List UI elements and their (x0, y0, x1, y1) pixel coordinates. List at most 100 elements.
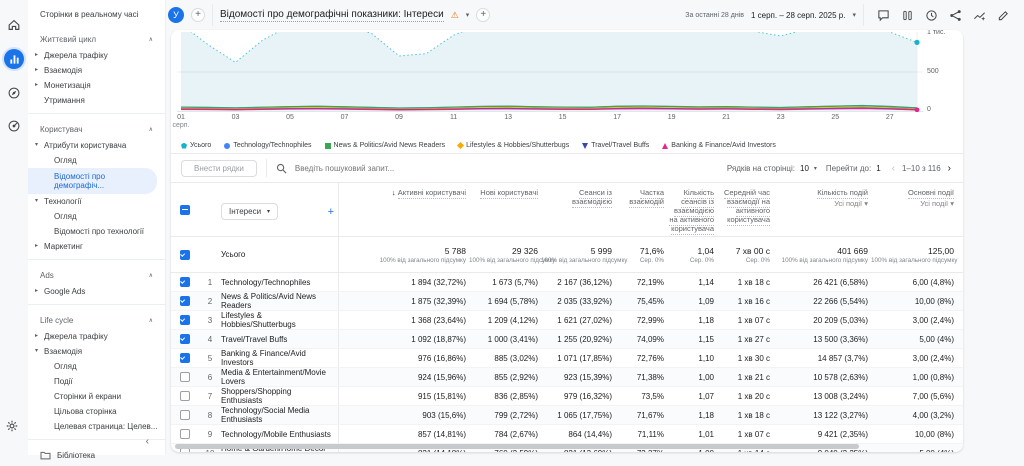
edit-pencil-icon[interactable] (997, 9, 1010, 22)
sidebar-item[interactable]: ▸Джерела трафіку (28, 329, 165, 344)
share-icon[interactable] (949, 9, 962, 22)
column-header-cell[interactable]: Нові користувачі (469, 183, 541, 236)
totals-checkbox[interactable] (180, 250, 190, 260)
expand-arrow-icon[interactable]: ▸ (33, 242, 40, 251)
advertising-icon[interactable] (5, 117, 23, 135)
sidebar-subitem[interactable]: Целевая страница: Целев... (28, 419, 165, 434)
clock-icon[interactable] (925, 9, 938, 22)
row-checkbox[interactable] (180, 391, 190, 401)
note-icon[interactable] (877, 9, 890, 22)
sidebar-subitem[interactable]: Відомості про технології (28, 224, 165, 239)
warning-icon[interactable]: ⚠ (451, 10, 459, 21)
table-row[interactable]: 1Technology/Technophiles1 894 (32,72%)1 … (171, 273, 963, 292)
comparison-icon[interactable] (901, 9, 914, 22)
sidebar-item-realtime-pages[interactable]: Сторінки в реальному часі (28, 6, 165, 29)
column-header-label[interactable]: Середній час взаємодії на активного кори… (724, 188, 770, 226)
expand-arrow-icon[interactable]: ▸ (33, 51, 40, 60)
table-row[interactable]: 9Technology/Mobile Enthusiasts857 (14,81… (171, 425, 963, 444)
expand-arrow-icon[interactable]: ▾ (33, 141, 40, 150)
sidebar-item[interactable]: ▾Взаємодія (28, 344, 165, 359)
column-header-cell[interactable]: Частка взаємодій (615, 183, 667, 236)
sidebar-subitem[interactable]: Події (28, 374, 165, 389)
expand-arrow-icon[interactable]: ▸ (33, 66, 40, 75)
table-row[interactable]: 2News & Politics/Avid News Readers1 875 … (171, 292, 963, 311)
insights-icon[interactable] (973, 9, 986, 22)
column-header-cell[interactable]: ↓ Активні користувачі (339, 183, 469, 236)
collapse-caret-icon[interactable]: ∧ (149, 126, 153, 133)
column-header-cell[interactable]: Середній час взаємодії на активного кори… (717, 183, 773, 236)
sidebar-collapse-icon[interactable]: ‹ (146, 436, 149, 447)
expand-arrow-icon[interactable]: ▾ (33, 347, 40, 356)
column-header-label[interactable]: Активні користувачі (398, 188, 466, 199)
table-row[interactable]: 4Travel/Travel Buffs1 092 (18,87%)1 000 … (171, 330, 963, 349)
rows-per-page-value[interactable]: 10 (800, 164, 809, 173)
sidebar-subitem[interactable]: Огляд (28, 209, 165, 224)
row-checkbox[interactable] (180, 372, 190, 382)
search-input[interactable] (293, 163, 453, 174)
dimension-selector[interactable]: Інтереси▾ (221, 203, 278, 220)
column-header-label[interactable]: Сеанси із взаємодією (572, 188, 612, 208)
reports-icon[interactable] (4, 49, 24, 69)
explore-icon[interactable] (5, 84, 23, 102)
expand-arrow-icon[interactable]: ▸ (33, 81, 40, 90)
expand-arrow-icon[interactable]: ▸ (33, 287, 40, 296)
legend-item[interactable]: News & Politics/Avid News Readers (325, 142, 446, 149)
sidebar-item[interactable]: Утримання (28, 93, 165, 108)
row-checkbox[interactable] (180, 296, 190, 306)
prev-page-icon[interactable]: ‹ (890, 163, 897, 174)
avatar[interactable]: У (168, 7, 184, 23)
legend-item[interactable]: Technology/Technophiles (224, 142, 311, 149)
row-checkbox[interactable] (180, 429, 190, 439)
table-row[interactable]: 6Media & Entertainment/Movie Lovers924 (… (171, 368, 963, 387)
table-row[interactable]: 3Lifestyles & Hobbies/Shutterbugs1 368 (… (171, 311, 963, 330)
row-checkbox[interactable] (180, 315, 190, 325)
add-comparison-button[interactable]: + (191, 8, 205, 22)
column-header-cell[interactable]: Кількість сеансів із взаємодією на актив… (667, 183, 717, 236)
expand-arrow-icon[interactable]: ▸ (33, 332, 40, 341)
sidebar-item-library[interactable]: Бібліотека (28, 445, 165, 466)
sidebar-subitem[interactable]: Цільова сторінка (28, 404, 165, 419)
sidebar-item[interactable]: ▸Монетизація (28, 78, 165, 93)
row-checkbox[interactable] (180, 277, 190, 287)
horizontal-scrollbar[interactable] (175, 444, 859, 449)
collapse-caret-icon[interactable]: ∧ (149, 36, 153, 43)
rows-per-page-caret-icon[interactable]: ▾ (814, 165, 817, 172)
add-column-button[interactable]: + (328, 206, 334, 218)
title-caret-icon[interactable]: ▾ (466, 11, 470, 19)
select-all-checkbox[interactable] (180, 205, 190, 215)
row-checkbox[interactable] (180, 410, 190, 420)
expand-arrow-icon[interactable]: ▾ (33, 197, 40, 206)
table-row[interactable]: 7Shoppers/Shopping Enthusiasts915 (15,81… (171, 387, 963, 406)
row-checkbox[interactable] (180, 334, 190, 344)
home-icon[interactable] (5, 16, 23, 34)
legend-item[interactable]: Lifestyles & Hobbies/Shutterbugs (458, 142, 569, 149)
sidebar-subitem[interactable]: Сторінки й екрани (28, 389, 165, 404)
column-header-label[interactable]: Нові користувачі (480, 188, 538, 199)
chart-plot[interactable] (177, 32, 923, 112)
sidebar-subitem[interactable]: Огляд (28, 359, 165, 374)
legend-item[interactable]: Banking & Finance/Avid Investors (662, 142, 776, 149)
sidebar-item[interactable]: ▸Google Ads (28, 284, 165, 299)
column-header-label[interactable]: Частка взаємодій (629, 188, 664, 208)
column-header-label[interactable]: Кількість сеансів із взаємодією на актив… (669, 188, 714, 235)
add-report-button[interactable]: + (476, 8, 490, 22)
column-header-cell[interactable]: Основні подіїУсі події ▾ (871, 183, 957, 236)
collapse-caret-icon[interactable]: ∧ (149, 272, 153, 279)
date-range-value[interactable]: 1 серп. – 28 серп. 2025 р. (751, 11, 846, 20)
sidebar-item[interactable]: ▸Маркетинг (28, 239, 165, 254)
sidebar-item[interactable]: ▸Взаємодія (28, 63, 165, 78)
sidebar-item[interactable]: ▾Технології (28, 194, 165, 209)
sidebar-subitem[interactable]: Огляд (28, 153, 165, 168)
column-header-label[interactable]: Основні події (908, 188, 954, 199)
column-header-cell[interactable]: Кількість подійУсі події ▾ (773, 183, 871, 236)
next-page-icon[interactable]: › (946, 163, 953, 174)
import-rows-button[interactable]: Внести рядки (181, 160, 257, 177)
admin-gear-icon[interactable] (5, 419, 19, 438)
table-row[interactable]: 8Technology/Social Media Enthusiasts903 … (171, 406, 963, 425)
table-row[interactable]: 5Banking & Finance/Avid Investors976 (16… (171, 349, 963, 368)
column-header-label[interactable]: Кількість подій (817, 188, 868, 199)
sidebar-item[interactable]: ▸Джерела трафіку (28, 48, 165, 63)
column-event-filter[interactable]: Усі події ▾ (773, 199, 868, 208)
goto-value[interactable]: 1 (876, 164, 880, 173)
sort-desc-icon[interactable]: ↓ (392, 188, 398, 197)
